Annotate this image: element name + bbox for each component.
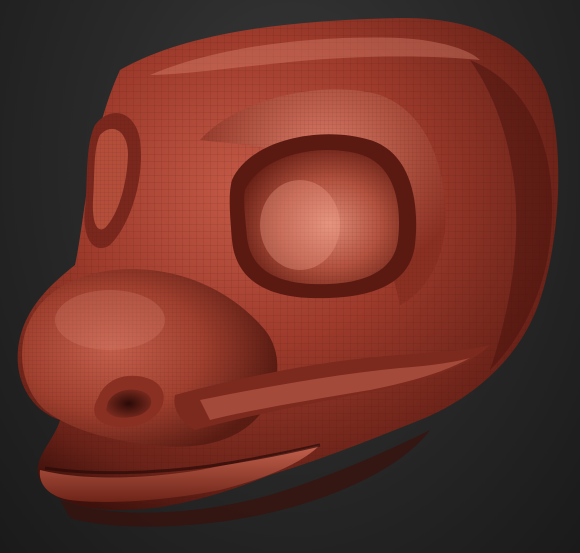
sculpt-canvas xyxy=(17,17,559,527)
sculpt-viewport[interactable] xyxy=(0,0,580,553)
eye-socket xyxy=(229,134,417,299)
